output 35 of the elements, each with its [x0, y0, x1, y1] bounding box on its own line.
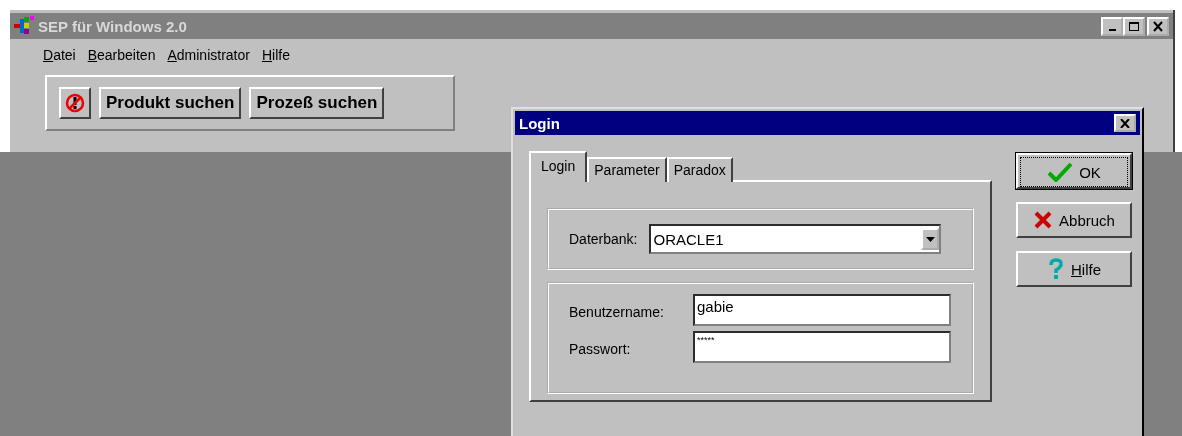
field-label: Benutzername:: [569, 303, 665, 322]
password-field[interactable]: *****: [693, 331, 951, 363]
app-icon: [14, 15, 36, 37]
field-label: Daterbank:: [569, 231, 638, 247]
checkmark-icon: [1047, 162, 1074, 182]
close-icon: [1120, 118, 1130, 128]
toolbar-button[interactable]: Prozeß suchen: [249, 87, 385, 119]
tab[interactable]: Login: [529, 151, 588, 182]
close-button[interactable]: [1114, 114, 1136, 132]
prohibited-exclamation-icon: [65, 93, 85, 113]
minimize-button[interactable]: [1101, 16, 1123, 36]
tab[interactable]: Paradox: [666, 157, 733, 182]
database-dropdown[interactable]: ORACLE1: [649, 224, 942, 254]
ok-button[interactable]: OK: [1016, 153, 1132, 189]
cross-icon: [1033, 210, 1054, 230]
username-field[interactable]: gabie: [693, 294, 951, 326]
dropdown-arrow-icon: [926, 236, 935, 242]
close-icon: [1152, 20, 1164, 32]
toolbar-button[interactable]: Produkt suchen: [99, 87, 242, 119]
maximize-button[interactable]: [1123, 16, 1145, 36]
maximize-icon: [1128, 20, 1140, 32]
question-mark-icon: [1047, 258, 1065, 280]
menu-item[interactable]: Bearbeiten: [87, 47, 156, 69]
menu-item[interactable]: Datei: [43, 47, 76, 69]
help-button[interactable]: Hilfe: [1016, 251, 1132, 287]
window-title: SEP für Windows 2.0: [38, 17, 187, 35]
tab[interactable]: Parameter: [587, 157, 667, 182]
menu-item[interactable]: Hilfe: [261, 47, 290, 69]
stop-button[interactable]: [59, 87, 91, 119]
minimize-icon: [1108, 29, 1116, 31]
cancel-button[interactable]: Abbruch: [1016, 202, 1132, 238]
close-button[interactable]: [1147, 16, 1169, 36]
dialog-title: Login: [519, 114, 560, 132]
menu-item[interactable]: Administrator: [167, 47, 250, 69]
field-label: Passwort:: [569, 340, 632, 359]
